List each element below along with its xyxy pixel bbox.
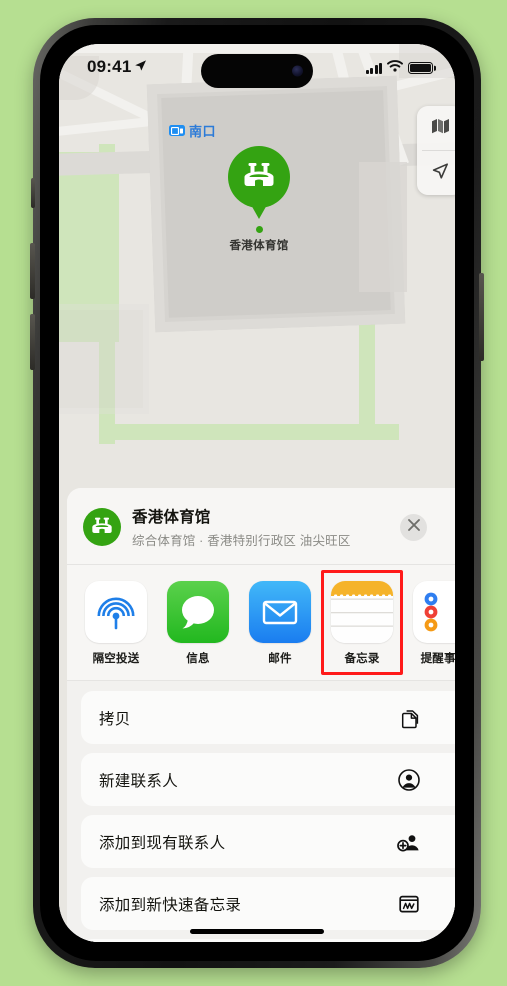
action-label: 新建联系人 [99, 772, 179, 790]
action-card: 添加到新快速备忘录 [81, 877, 455, 930]
action-label: 添加到新快速备忘录 [99, 896, 242, 914]
map-controls-card [417, 106, 455, 195]
battery-full-icon [408, 62, 433, 74]
stadium-icon [228, 146, 290, 208]
map-type-button[interactable] [417, 106, 455, 150]
location-arrow-icon [134, 57, 147, 77]
phone-bezel: 南口 香港体育馆 09:41 香港体育馆 综合体育馆 · 香港特别行政区 油尖旺… [40, 25, 474, 961]
map-pin-label: 香港体育馆 [229, 240, 289, 252]
status-bar-time: 09:41 [87, 57, 147, 77]
close-button[interactable] [400, 513, 427, 541]
reminders-icon [413, 581, 455, 643]
action-label: 添加到现有联系人 [99, 834, 226, 852]
cellular-bars-icon [365, 62, 382, 74]
phone-frame: 南口 香港体育馆 09:41 香港体育馆 综合体育馆 · 香港特别行政区 油尖旺… [30, 18, 484, 968]
share-app-label: 邮件 [268, 653, 292, 665]
share-sheet-subtitle: 综合体育馆 · 香港特别行政区 油尖旺区 [132, 534, 351, 548]
add-to-contact-icon [397, 830, 421, 854]
volume-up-button[interactable] [30, 243, 35, 299]
action-card: 新建联系人 [81, 753, 455, 806]
action-card: 拷贝 [81, 691, 455, 744]
map-pin-dot [255, 226, 263, 233]
map-label-south-gate[interactable]: 南口 [169, 121, 216, 140]
action-card: 打印 [81, 939, 455, 942]
phone-screen: 南口 香港体育馆 09:41 香港体育馆 综合体育馆 · 香港特别行政区 油尖旺… [59, 44, 455, 942]
action-row-new-contact[interactable]: 新建联系人 [81, 753, 455, 806]
stadium-icon [83, 508, 121, 546]
navigation-arrow-icon [430, 161, 450, 186]
status-bar-indicators [365, 59, 433, 77]
share-sheet-app-row[interactable]: 隔空投送 信息 邮件 备忘录 提醒事 [67, 565, 455, 681]
share-sheet-header: 香港体育馆 综合体育馆 · 香港特别行政区 油尖旺区 [67, 488, 455, 565]
action-card: 添加到现有联系人 [81, 815, 455, 868]
share-sheet-place-info: 香港体育馆 综合体育馆 · 香港特别行政区 油尖旺区 [132, 505, 389, 549]
locate-me-button[interactable] [417, 151, 455, 195]
share-app-messages[interactable]: 信息 [167, 581, 229, 666]
action-row-quick-note[interactable]: 添加到新快速备忘录 [81, 877, 455, 930]
share-app-mail[interactable]: 邮件 [249, 581, 311, 666]
share-sheet: 香港体育馆 综合体育馆 · 香港特别行政区 油尖旺区 隔空投送 信息 邮件 备忘… [67, 488, 455, 942]
share-app-label: 信息 [186, 653, 210, 665]
share-app-notes[interactable]: 备忘录 [321, 570, 403, 675]
action-label: 拷贝 [99, 710, 131, 728]
action-row-print[interactable]: 打印 [81, 939, 455, 942]
action-row-copy[interactable]: 拷贝 [81, 691, 455, 744]
share-app-label: 隔空投送 [92, 653, 140, 665]
dynamic-island[interactable] [201, 54, 313, 88]
messages-icon [167, 581, 229, 643]
share-sheet-action-list: 拷贝 新建联系人 添加到现有联系人 添加到新快速备忘录 [67, 681, 455, 942]
front-camera-icon [292, 65, 303, 77]
wifi-icon [387, 59, 403, 77]
new-contact-icon [397, 768, 421, 792]
volume-down-button[interactable] [30, 314, 35, 370]
share-app-airdrop[interactable]: 隔空投送 [85, 581, 147, 666]
map-layers-icon [431, 118, 450, 139]
power-button[interactable] [479, 273, 484, 361]
status-bar: 09:41 [59, 44, 455, 96]
status-time-text: 09:41 [87, 57, 132, 76]
notes-icon [331, 581, 393, 643]
silent-switch[interactable] [31, 178, 35, 208]
close-icon [407, 518, 421, 537]
share-app-label: 提醒事项 [420, 653, 455, 665]
entrance-badge-icon [169, 125, 185, 136]
map-label-south-gate-text: 南口 [189, 124, 217, 139]
copy-icon [397, 706, 421, 730]
map-pin-hong-kong-coliseum[interactable]: 香港体育馆 [224, 146, 294, 253]
mail-icon [249, 581, 311, 643]
share-app-reminders[interactable]: 提醒事项 [413, 581, 455, 666]
airdrop-icon [85, 581, 147, 643]
share-app-label: 备忘录 [344, 653, 380, 665]
action-row-add-existing-contact[interactable]: 添加到现有联系人 [81, 815, 455, 868]
home-indicator[interactable] [190, 929, 324, 934]
quick-note-icon [397, 892, 421, 916]
share-sheet-title: 香港体育馆 [132, 509, 211, 526]
